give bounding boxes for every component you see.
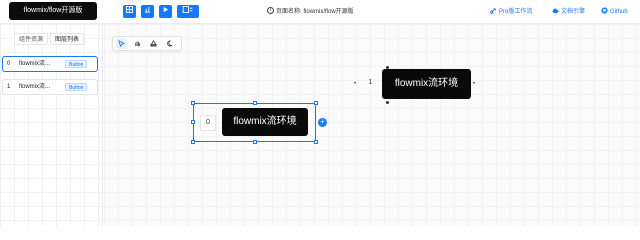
list-item-name: flowmix流... (19, 61, 51, 67)
top-header: flowmix/flow开源版 i 页面名称: flowmix/flow开源版 P… (0, 0, 640, 24)
link-icon (490, 8, 496, 15)
docs-link[interactable]: 文档引擎 (552, 6, 585, 18)
resize-handle[interactable] (191, 140, 195, 144)
flow-canvas[interactable]: • 1 flowmix流环境 • 0 flowmix流环境 + (104, 24, 640, 226)
resize-handle[interactable] (314, 101, 318, 105)
save-button[interactable] (177, 5, 199, 18)
node-input-port[interactable]: • (354, 81, 356, 87)
chart-icon (144, 7, 151, 13)
grid-icon (126, 6, 133, 14)
page-title-label: 页面名称: (276, 9, 302, 15)
tab-layers[interactable]: 图层列表 (50, 33, 85, 45)
list-item[interactable]: 1 flowmix流... Button (2, 79, 98, 95)
resize-handle[interactable] (314, 140, 318, 144)
node-index: 1 (368, 79, 373, 86)
flow-node-selected[interactable]: flowmix流环境 (222, 108, 308, 136)
node-handle-bottom[interactable] (386, 101, 389, 104)
list-item-badge: Button (65, 60, 88, 68)
pro-workflow-label: Pro版工作流 (499, 9, 533, 15)
node-output-port[interactable]: • (473, 81, 475, 87)
cloud-icon (552, 8, 559, 14)
list-item-name: flowmix流... (19, 84, 51, 90)
canvas-toolbar (112, 36, 182, 51)
run-button[interactable] (159, 5, 172, 18)
tab-components[interactable]: 组件资源 (14, 33, 49, 45)
grid-shape-icon (150, 40, 157, 47)
resize-handle[interactable] (253, 140, 257, 144)
resize-handle[interactable] (253, 101, 257, 105)
list-item-badge: Button (65, 83, 88, 91)
resize-handle[interactable] (191, 101, 195, 105)
app-logo[interactable]: flowmix/flow开源版 (9, 2, 97, 20)
docs-label: 文档引擎 (561, 9, 586, 15)
theme-tool[interactable] (164, 38, 175, 49)
info-icon: i (267, 7, 274, 15)
github-link[interactable]: Github (601, 6, 628, 18)
page-title-value: flowmix/flow开源版 (303, 9, 354, 15)
save-icon (182, 6, 193, 14)
chart-button[interactable] (141, 5, 154, 18)
flow-node[interactable]: flowmix流环境 (382, 69, 471, 99)
pointer-tool[interactable] (116, 38, 127, 49)
hand-icon (135, 41, 141, 47)
pointer-icon (118, 40, 125, 47)
hand-tool[interactable] (132, 38, 143, 49)
moon-icon (167, 40, 173, 47)
node-index: 0 (200, 115, 216, 131)
pro-workflow-link[interactable]: Pro版工作流 (490, 6, 532, 18)
list-item-index: 0 (7, 61, 11, 67)
add-node-button[interactable]: + (318, 118, 327, 127)
grid-shape-tool[interactable] (148, 38, 159, 49)
list-item[interactable]: 0 flowmix流... Button (2, 56, 98, 72)
resize-handle[interactable] (191, 120, 195, 124)
grid-button[interactable] (123, 5, 136, 18)
sidebar-tabs: 组件资源 图层列表 (14, 33, 85, 45)
play-icon (163, 7, 169, 13)
page-title: i 页面名称: flowmix/flow开源版 (267, 6, 354, 18)
github-label: Github (610, 9, 628, 15)
sidebar: 组件资源 图层列表 0 flowmix流... Button 1 flowmix… (0, 24, 103, 226)
github-icon (601, 7, 608, 14)
list-item-index: 1 (7, 84, 11, 90)
